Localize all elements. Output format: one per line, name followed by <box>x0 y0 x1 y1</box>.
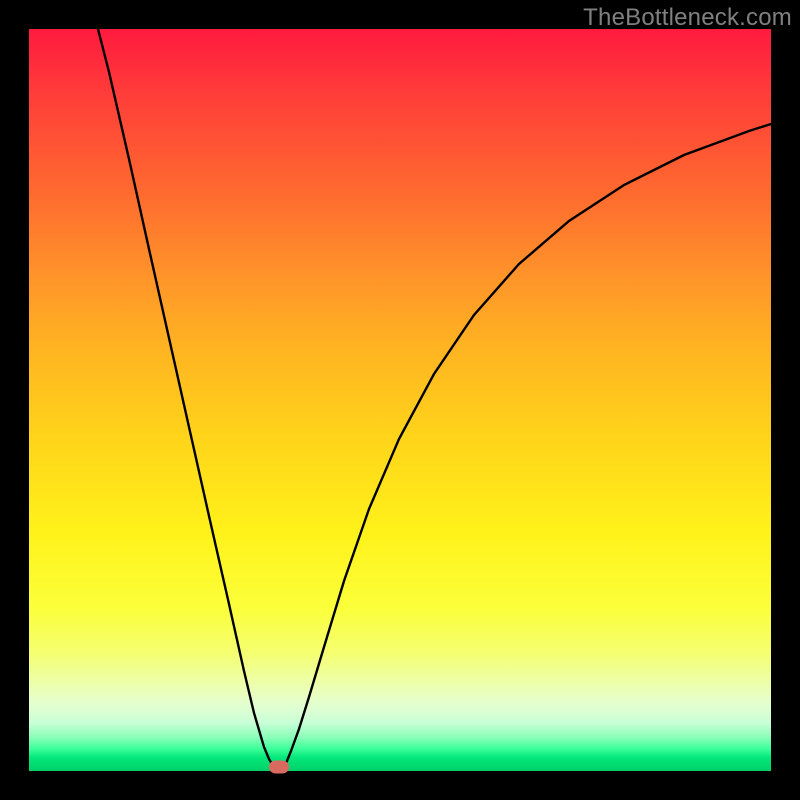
outer-frame: TheBottleneck.com <box>0 0 800 800</box>
minimum-marker <box>269 761 289 774</box>
curve-path <box>98 29 771 767</box>
watermark-text: TheBottleneck.com <box>583 4 792 32</box>
curve-svg <box>29 29 771 771</box>
gradient-plot-area <box>29 29 771 771</box>
